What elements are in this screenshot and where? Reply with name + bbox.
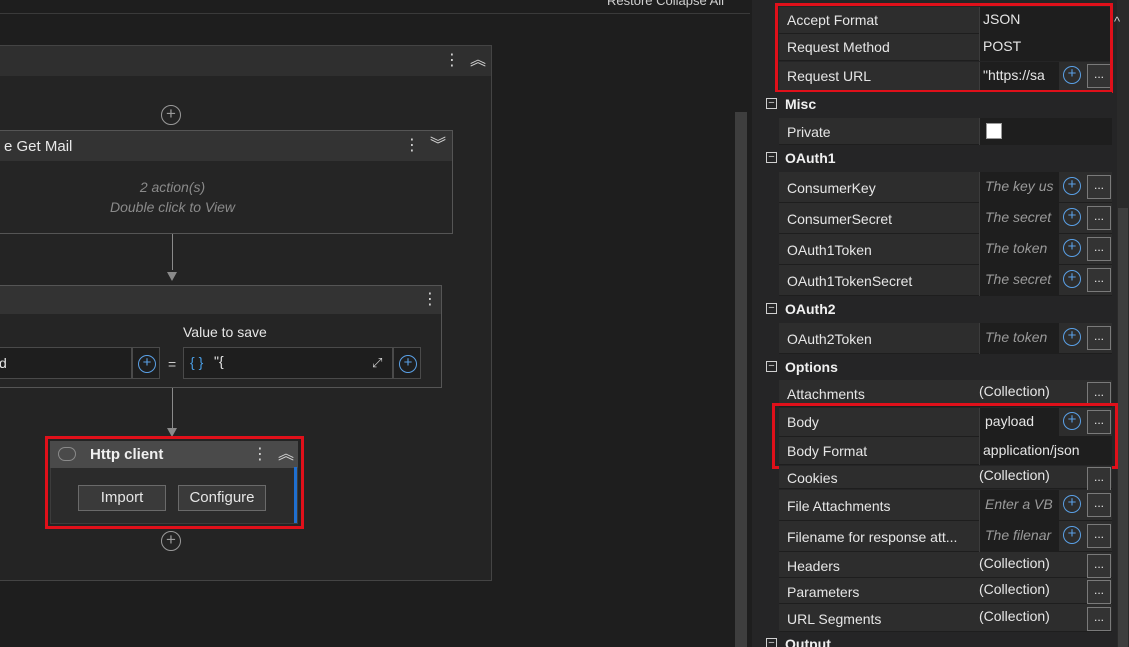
prop-placeholder: The key us	[985, 178, 1054, 194]
prop-name: OAuth1Token	[787, 242, 872, 258]
prop-placeholder: The secret	[985, 271, 1052, 287]
get-mail-title: e Get Mail	[4, 138, 73, 155]
plus-icon[interactable]: +	[1063, 177, 1081, 195]
prop-placeholder: The filenar	[985, 527, 1052, 543]
expand-chevrons-icon[interactable]: ︾	[429, 137, 447, 155]
prop-name: ConsumerKey	[787, 180, 876, 196]
plus-icon[interactable]: +	[1063, 270, 1081, 288]
prop-name: File Attachments	[787, 498, 891, 514]
ellipsis-button[interactable]: ...	[1087, 237, 1111, 261]
prop-name: Attachments	[787, 386, 865, 402]
collapse-toggle-icon[interactable]: −	[766, 98, 777, 109]
value-plus-button[interactable]: +	[393, 347, 421, 379]
category-title: Options	[785, 359, 838, 375]
plus-icon[interactable]: +	[1063, 208, 1081, 226]
connector-line	[172, 234, 173, 270]
ellipsis-button[interactable]: ...	[1087, 175, 1111, 199]
ellipsis-button[interactable]: ...	[1087, 607, 1111, 631]
assign-header[interactable]	[0, 286, 441, 314]
scroll-up-icon[interactable]: ^	[1114, 14, 1120, 29]
prop-name: Filename for response att...	[787, 529, 958, 545]
plus-icon[interactable]: +	[1063, 328, 1081, 346]
highlight-box-body	[772, 403, 1118, 469]
collapse-toggle-icon[interactable]: −	[766, 638, 777, 647]
ellipsis-button[interactable]: ...	[1087, 580, 1111, 604]
double-click-hint: Double click to View	[109, 199, 236, 215]
prop-name: OAuth2Token	[787, 331, 872, 347]
collapse-toggle-icon[interactable]: −	[766, 361, 777, 372]
prop-value: (Collection)	[979, 383, 1050, 399]
sequence-header[interactable]	[0, 46, 491, 76]
ellipsis-button[interactable]: ...	[1087, 493, 1111, 517]
collapse-toggle-icon[interactable]: −	[766, 303, 777, 314]
prop-name: Private	[787, 124, 831, 140]
designer-divider	[0, 13, 750, 14]
action-count-text: 2 action(s)	[139, 179, 206, 195]
ellipsis-button[interactable]: ...	[1087, 268, 1111, 292]
ellipsis-button[interactable]: ...	[1087, 524, 1111, 548]
properties-scrollbar-thumb[interactable]	[1118, 208, 1128, 647]
prop-value: (Collection)	[979, 581, 1050, 597]
plus-icon: +	[399, 355, 417, 373]
prop-placeholder: Enter a VB	[985, 496, 1053, 512]
to-plus-button[interactable]: +	[132, 347, 160, 379]
add-activity-plus-icon[interactable]: +	[161, 531, 181, 551]
restore-collapse-links[interactable]: Restore Collapse All	[607, 0, 724, 8]
value-text: "{	[214, 353, 224, 369]
prop-value: (Collection)	[979, 467, 1050, 483]
kebab-menu-icon[interactable]: ⋮	[403, 137, 421, 155]
category-title: Output	[785, 636, 831, 647]
connector-line	[172, 388, 173, 428]
prop-name: Headers	[787, 558, 840, 574]
expand-editor-icon[interactable]: ⤢	[372, 355, 382, 371]
value-to-save-label: Value to save	[183, 324, 267, 340]
prop-name: Parameters	[787, 584, 860, 600]
collapse-toggle-icon[interactable]: −	[766, 152, 777, 163]
ellipsis-button[interactable]: ...	[1087, 554, 1111, 578]
designer-scrollbar[interactable]	[735, 112, 747, 647]
assign-to-field[interactable]: d	[0, 347, 132, 379]
kebab-menu-icon[interactable]: ⋮	[443, 52, 461, 70]
highlight-box-http-client	[45, 436, 304, 529]
ellipsis-button[interactable]: ...	[1087, 326, 1111, 350]
collapse-chevrons-icon[interactable]: ︽	[469, 52, 487, 70]
braces-icon[interactable]: { }	[190, 354, 203, 370]
category-title: OAuth2	[785, 301, 836, 317]
kebab-menu-icon[interactable]: ⋮	[421, 291, 439, 309]
category-title: OAuth1	[785, 150, 836, 166]
plus-icon[interactable]: +	[1063, 526, 1081, 544]
private-checkbox[interactable]	[986, 123, 1002, 139]
highlight-box-request	[775, 3, 1113, 93]
prop-value: (Collection)	[979, 555, 1050, 571]
plus-icon[interactable]: +	[1063, 495, 1081, 513]
plus-icon: +	[138, 355, 156, 373]
equals-sign: =	[168, 356, 177, 372]
ellipsis-button[interactable]: ...	[1087, 467, 1111, 491]
add-activity-plus-icon[interactable]: +	[161, 105, 181, 125]
prop-name: URL Segments	[787, 611, 882, 627]
prop-placeholder: The token	[985, 240, 1048, 256]
ellipsis-button[interactable]: ...	[1087, 206, 1111, 230]
prop-value: (Collection)	[979, 608, 1050, 624]
prop-name: ConsumerSecret	[787, 211, 893, 227]
prop-placeholder: The secret	[985, 209, 1052, 225]
prop-placeholder: The token	[985, 329, 1048, 345]
prop-name: Cookies	[787, 470, 838, 486]
category-title: Misc	[785, 96, 817, 112]
prop-name: OAuth1TokenSecret	[787, 273, 913, 289]
plus-icon[interactable]: +	[1063, 239, 1081, 257]
connector-arrow-icon	[167, 272, 177, 281]
